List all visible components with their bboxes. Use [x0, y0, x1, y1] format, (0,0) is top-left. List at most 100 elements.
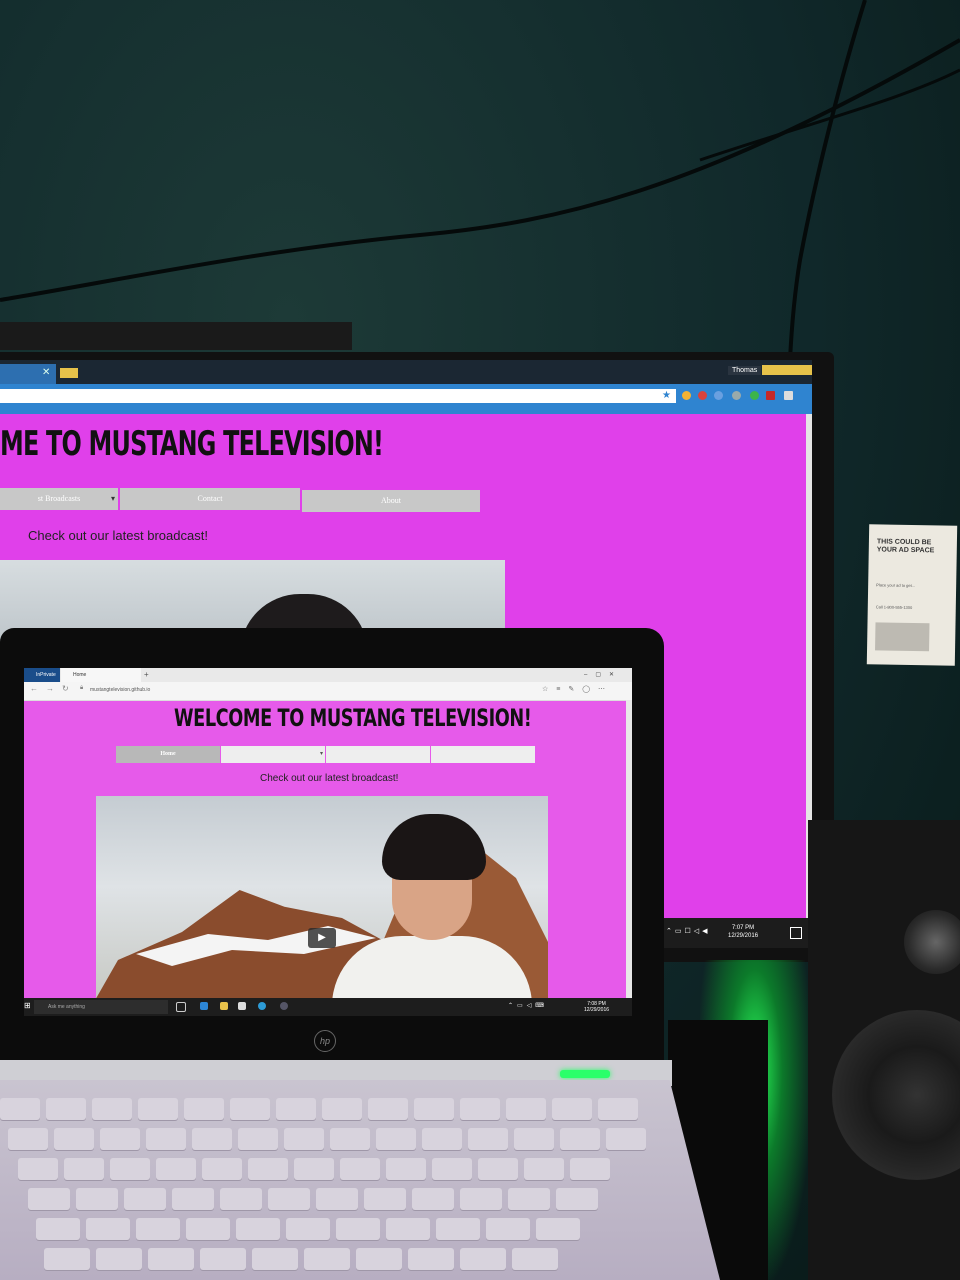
- extension-icon[interactable]: [698, 391, 707, 400]
- keyboard-key[interactable]: [508, 1188, 550, 1210]
- keyboard-key[interactable]: [606, 1128, 646, 1150]
- keyboard-key[interactable]: [236, 1218, 280, 1240]
- keyboard-key[interactable]: [276, 1098, 316, 1120]
- keyboard-key[interactable]: [386, 1218, 430, 1240]
- app-icon[interactable]: [280, 1002, 288, 1010]
- extension-icon[interactable]: [714, 391, 723, 400]
- keyboard-key[interactable]: [536, 1218, 580, 1240]
- keyboard-key[interactable]: [100, 1128, 140, 1150]
- nav-item-about[interactable]: About: [302, 490, 480, 512]
- keyboard-key[interactable]: [386, 1158, 426, 1180]
- keyboard-key[interactable]: [18, 1158, 58, 1180]
- keyboard-key[interactable]: [552, 1098, 592, 1120]
- keyboard-key[interactable]: [186, 1218, 230, 1240]
- keyboard-key[interactable]: [36, 1218, 80, 1240]
- keyboard-key[interactable]: [364, 1188, 406, 1210]
- keyboard-key[interactable]: [0, 1098, 40, 1120]
- task-view-icon[interactable]: [176, 1002, 186, 1012]
- keyboard-key[interactable]: [422, 1128, 462, 1150]
- video-player[interactable]: ▶: [96, 796, 548, 998]
- keyboard-key[interactable]: [110, 1158, 150, 1180]
- cortana-search-input[interactable]: Ask me anything: [34, 1000, 168, 1014]
- keyboard-key[interactable]: [200, 1248, 246, 1270]
- keyboard-key[interactable]: [146, 1128, 186, 1150]
- keyboard-key[interactable]: [412, 1188, 454, 1210]
- nav-item-home[interactable]: Home: [116, 746, 220, 763]
- nav-item-contact[interactable]: Contact: [120, 488, 300, 510]
- nav-item-4[interactable]: [431, 746, 535, 763]
- file-explorer-icon[interactable]: [220, 1002, 228, 1010]
- keyboard-key[interactable]: [432, 1158, 472, 1180]
- keyboard-key[interactable]: [460, 1248, 506, 1270]
- keyboard-key[interactable]: [294, 1158, 334, 1180]
- window-controls[interactable]: –▢✕: [584, 668, 622, 682]
- keyboard-key[interactable]: [136, 1218, 180, 1240]
- extension-icon[interactable]: [732, 391, 741, 400]
- keyboard-key[interactable]: [336, 1218, 380, 1240]
- keyboard-key[interactable]: [184, 1098, 224, 1120]
- keyboard-key[interactable]: [148, 1248, 194, 1270]
- new-tab-button[interactable]: [60, 368, 78, 378]
- keyboard-key[interactable]: [252, 1248, 298, 1270]
- keyboard-key[interactable]: [316, 1188, 358, 1210]
- keyboard-key[interactable]: [436, 1218, 480, 1240]
- bookmark-star-icon[interactable]: ★: [662, 390, 671, 401]
- window-controls[interactable]: [762, 365, 812, 375]
- taskbar-clock[interactable]: 7:08 PM 12/29/2016: [584, 1001, 609, 1013]
- keyboard-key[interactable]: [284, 1128, 324, 1150]
- keyboard-key[interactable]: [408, 1248, 454, 1270]
- keyboard-key[interactable]: [514, 1128, 554, 1150]
- keyboard-key[interactable]: [138, 1098, 178, 1120]
- keyboard-key[interactable]: [44, 1248, 90, 1270]
- keyboard-key[interactable]: [304, 1248, 350, 1270]
- keyboard-key[interactable]: [570, 1158, 610, 1180]
- app-icon[interactable]: [258, 1002, 266, 1010]
- url-input[interactable]: mustangtelevision.github.io: [90, 687, 150, 693]
- new-tab-icon[interactable]: +: [144, 668, 149, 682]
- keyboard-key[interactable]: [202, 1158, 242, 1180]
- start-icon[interactable]: ⊞: [24, 1001, 31, 1010]
- keyboard-key[interactable]: [460, 1188, 502, 1210]
- keyboard-key[interactable]: [124, 1188, 166, 1210]
- system-tray-icons[interactable]: ⌃▭☐◁◀: [666, 927, 711, 935]
- keyboard-key[interactable]: [28, 1188, 70, 1210]
- keyboard-key[interactable]: [598, 1098, 638, 1120]
- keyboard-key[interactable]: [330, 1128, 370, 1150]
- keyboard-key[interactable]: [340, 1158, 380, 1180]
- keyboard-key[interactable]: [248, 1158, 288, 1180]
- keyboard-key[interactable]: [238, 1128, 278, 1150]
- notification-icon[interactable]: [790, 927, 802, 939]
- scrollbar[interactable]: [626, 700, 632, 998]
- pdf-icon[interactable]: [766, 391, 775, 400]
- keyboard-key[interactable]: [556, 1188, 598, 1210]
- keyboard-key[interactable]: [96, 1248, 142, 1270]
- keyboard-key[interactable]: [46, 1098, 86, 1120]
- keyboard-key[interactable]: [376, 1128, 416, 1150]
- store-icon[interactable]: [238, 1002, 246, 1010]
- keyboard-key[interactable]: [478, 1158, 518, 1180]
- keyboard-key[interactable]: [86, 1218, 130, 1240]
- keyboard-key[interactable]: [560, 1128, 600, 1150]
- browser-tab-home[interactable]: Home: [61, 668, 141, 682]
- keyboard-key[interactable]: [156, 1158, 196, 1180]
- system-tray-icons[interactable]: ⌃▭◁⌨: [508, 1002, 548, 1009]
- keyboard-key[interactable]: [368, 1098, 408, 1120]
- keyboard-key[interactable]: [506, 1098, 546, 1120]
- keyboard-key[interactable]: [486, 1218, 530, 1240]
- keyboard-key[interactable]: [64, 1158, 104, 1180]
- menu-icon[interactable]: [784, 391, 793, 400]
- nav-item-broadcasts[interactable]: st Broadcasts ▾: [0, 488, 118, 510]
- keyboard-key[interactable]: [460, 1098, 500, 1120]
- keyboard-key[interactable]: [322, 1098, 362, 1120]
- monitor-url-input[interactable]: [0, 389, 676, 403]
- keyboard-key[interactable]: [192, 1128, 232, 1150]
- taskbar-clock[interactable]: 7:07 PM 12/29/2016: [728, 924, 758, 940]
- play-icon[interactable]: ▶: [308, 928, 336, 948]
- keyboard-key[interactable]: [356, 1248, 402, 1270]
- keyboard-key[interactable]: [54, 1128, 94, 1150]
- monitor-browser-tab[interactable]: ✕: [0, 364, 56, 384]
- keyboard-key[interactable]: [268, 1188, 310, 1210]
- keyboard-key[interactable]: [220, 1188, 262, 1210]
- keyboard-key[interactable]: [76, 1188, 118, 1210]
- edge-icon[interactable]: [200, 1002, 208, 1010]
